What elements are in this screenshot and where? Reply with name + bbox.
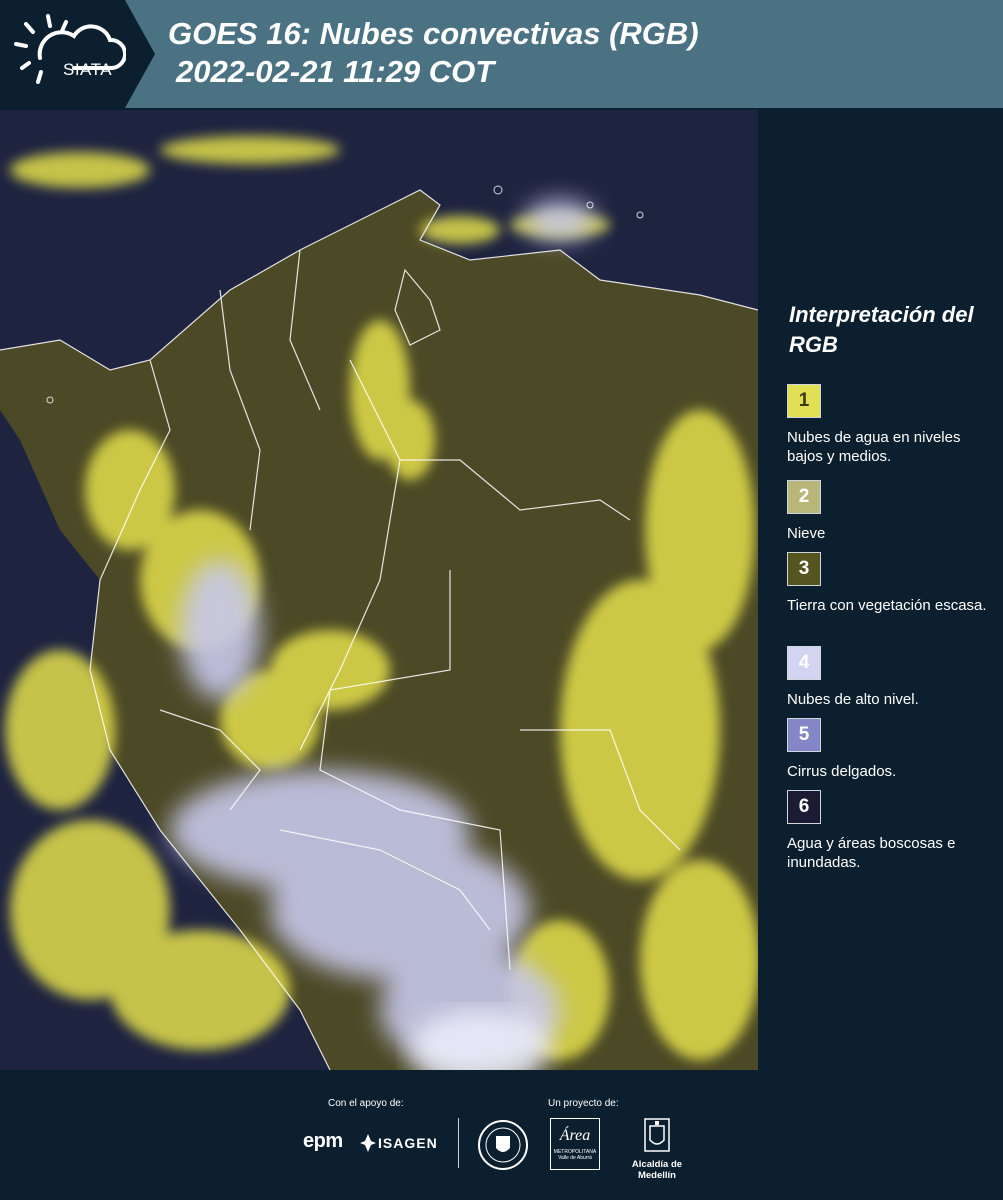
project-caption: Un proyecto de: <box>548 1098 619 1109</box>
legend-item-4: 4 Nubes de alto nivel. <box>787 646 987 709</box>
legend-label-4: Nubes de alto nivel. <box>787 691 919 708</box>
epm-logo[interactable]: epm <box>303 1130 343 1153</box>
header-arrow-shape <box>125 0 155 108</box>
legend-item-5: 5 Cirrus delgados. <box>787 718 987 781</box>
alcaldia-text: Alcaldía de Medellín <box>631 1159 683 1181</box>
legend-swatch-5: 5 <box>787 718 821 752</box>
legend-item-3: 3 Tierra con vegetación escasa. <box>787 552 987 615</box>
legend-swatch-3: 3 <box>787 552 821 586</box>
alcaldia-logo[interactable]: Alcaldía de Medellín <box>612 1118 702 1181</box>
isagen-text: ISAGEN <box>378 1135 438 1151</box>
sun-cloud-icon <box>14 14 128 84</box>
page-title: GOES 16: Nubes convectivas (RGB) 2022-02… <box>168 15 699 91</box>
legend-label-3: Tierra con vegetación escasa. <box>787 597 987 614</box>
header-bar: SIATA GOES 16: Nubes convectivas (RGB) 2… <box>0 0 1003 108</box>
legend-label-2: Nieve <box>787 525 826 542</box>
legend-item-6: 6 Agua y áreas boscosas e inundadas. <box>787 790 987 872</box>
legend-title: Interpretación del RGB <box>789 302 974 357</box>
area-logo-subtext: METROPOLITANA Valle de Aburrá <box>553 1149 597 1161</box>
legend-item-1: 1 Nubes de agua en niveles bajos y medio… <box>787 384 987 466</box>
isagen-mark-icon <box>360 1134 376 1152</box>
legend-swatch-4: 4 <box>787 646 821 680</box>
title-line-2: 2022-02-21 11:29 COT <box>176 54 495 89</box>
university-seal-logo[interactable] <box>478 1120 528 1170</box>
legend-label-6: Agua y áreas boscosas e inundadas. <box>787 835 956 871</box>
legend-label-5: Cirrus delgados. <box>787 763 897 780</box>
legend-swatch-1: 1 <box>787 384 821 418</box>
legend-label-1: Nubes de agua en niveles bajos y medios. <box>787 429 961 465</box>
seal-icon <box>485 1127 521 1163</box>
legend-swatch-6: 6 <box>787 790 821 824</box>
legend-swatch-2: 2 <box>787 480 821 514</box>
coat-of-arms-icon <box>644 1118 670 1152</box>
area-metropolitana-logo[interactable]: Área METROPOLITANA Valle de Aburrá <box>550 1118 600 1170</box>
footer: Con el apoyo de: Un proyecto de: epm ISA… <box>0 1070 1003 1200</box>
footer-divider <box>458 1118 459 1168</box>
siata-logo[interactable]: SIATA <box>14 14 128 94</box>
title-line-1: GOES 16: Nubes convectivas (RGB) <box>168 16 699 51</box>
satellite-map[interactable] <box>0 110 758 1070</box>
area-logo-text: Área <box>559 1127 591 1144</box>
logo-text: SIATA <box>63 60 113 79</box>
support-caption: Con el apoyo de: <box>328 1098 404 1109</box>
legend-item-2: 2 Nieve <box>787 480 987 543</box>
map-image <box>0 110 758 1070</box>
